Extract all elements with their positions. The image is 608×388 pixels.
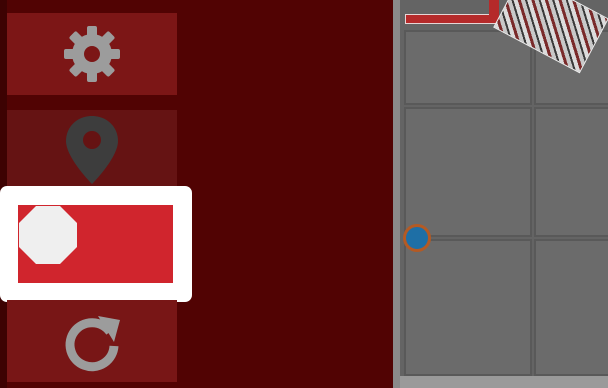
map-pin-icon bbox=[66, 116, 118, 184]
field-tile bbox=[404, 239, 532, 376]
reset-arrow-icon bbox=[65, 316, 120, 372]
gear-icon bbox=[64, 26, 120, 82]
field-edge bbox=[400, 376, 608, 388]
game-screen bbox=[0, 0, 608, 388]
field-tile bbox=[404, 107, 532, 237]
field-tile bbox=[534, 107, 608, 237]
stop-octagon-icon bbox=[19, 206, 77, 264]
location-button[interactable] bbox=[7, 110, 177, 190]
settings-button[interactable] bbox=[7, 13, 177, 95]
field-tile bbox=[404, 30, 532, 105]
stop-button[interactable] bbox=[18, 205, 173, 283]
game-ball[interactable] bbox=[403, 224, 431, 252]
field-tile bbox=[534, 239, 608, 376]
field-wall bbox=[405, 14, 497, 24]
reset-button[interactable] bbox=[7, 300, 177, 382]
